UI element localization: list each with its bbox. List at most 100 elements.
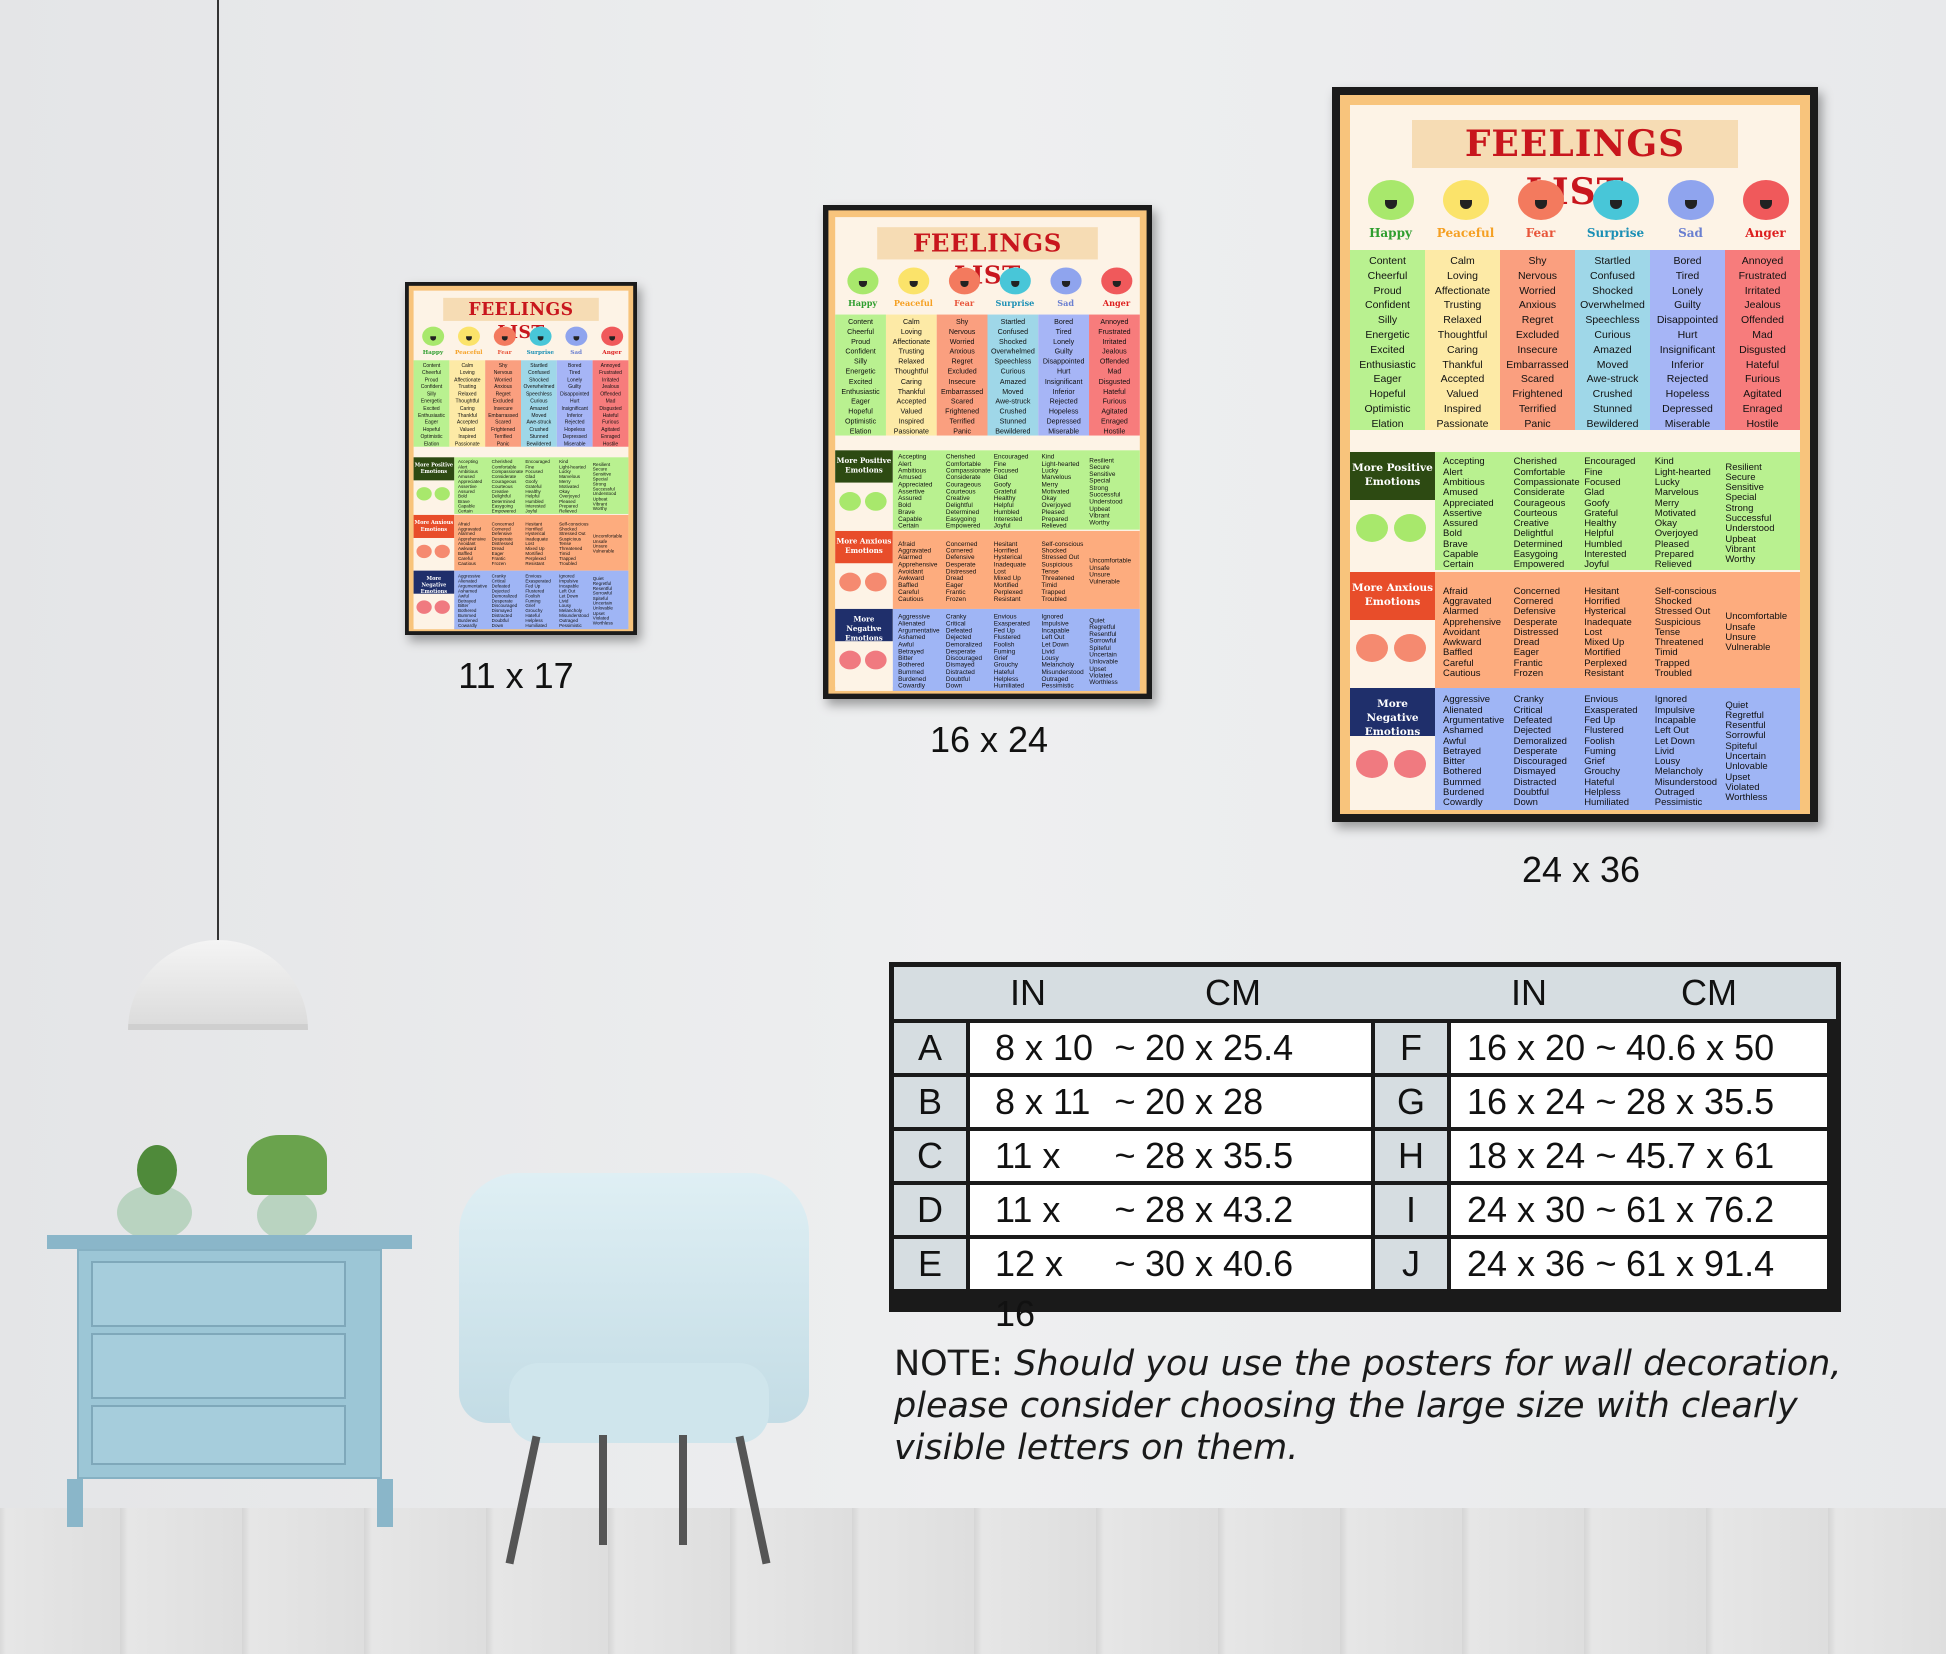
feeling-word: Awe-struck (995, 397, 1031, 406)
word-column: Encouraged Fine Focused Glad Goofy Grateful He… (1584, 457, 1655, 571)
wood-floor (0, 1508, 1946, 1654)
feeling-word: Relaxed (458, 391, 477, 397)
feeling-word: Overwhelmed (523, 384, 555, 390)
emoji-peaceful: Peaceful (1428, 180, 1503, 240)
size-values: 8 x 10 ~20 x 25.4 (970, 1023, 1371, 1073)
feeling-word: Moved (531, 412, 547, 419)
feeling-word: Inspired (898, 417, 924, 426)
feeling-word: Anxious (494, 384, 513, 390)
happy-face-icon (421, 326, 444, 346)
feeling-word: Cheerful (847, 327, 875, 336)
feeling-word: Cautious (457, 561, 476, 567)
feeling-word: Humiliated (525, 623, 547, 629)
section-label-block: More Positive Emotions (835, 450, 893, 530)
feeling-word: Crushed (529, 426, 549, 433)
feeling-word: Worthy (1089, 519, 1110, 527)
feeling-word: Passionate (893, 427, 929, 436)
feeling-word: Thoughtful (455, 398, 480, 404)
feeling-word: Pessimistic (1654, 797, 1703, 809)
feelings-column-happy: Content Cheerful Proud Confident Silly Energe… (835, 314, 886, 436)
character-icon (839, 491, 861, 511)
feeling-word: Down (945, 682, 963, 690)
feeling-word: Passionate (454, 440, 480, 447)
table-row: A8 x 10 ~20 x 25.4 F 16 x 20 ~40.6 x 50 (894, 1019, 1836, 1073)
feeling-word: Enraged (1100, 417, 1128, 426)
feeling-word: Insignificant (1659, 343, 1716, 356)
word-column: Concerned Cornered Defensive Desperate Distr… (492, 518, 526, 571)
feeling-word: Panic (496, 440, 510, 447)
happy-face-icon (1367, 180, 1414, 220)
tilde: ~ (1595, 1135, 1617, 1176)
word-column: Uncomfortable Unsafe Unsure Vulnerable (1089, 535, 1137, 609)
size-inches: 8 x 11 (995, 1081, 1091, 1122)
feeling-word: Joyful (993, 522, 1011, 530)
feeling-word: Hopeful (422, 426, 441, 433)
feeling-word: Rejected (1666, 373, 1709, 386)
feeling-word: Bewildered (526, 440, 552, 447)
size-letter: J (1375, 1239, 1447, 1289)
anger-face-icon (600, 326, 623, 346)
feeling-word: Pessimistic (1041, 682, 1074, 690)
word-column: Self-conscious Shocked Stressed Out Suspici… (1042, 535, 1090, 609)
poster-title: FEELINGS LIST (877, 227, 1098, 290)
tilde: ~ (1114, 1027, 1136, 1068)
size-values: 12 x 16 ~30 x 40.6 (970, 1239, 1371, 1334)
feeling-word: Hopeless (1665, 388, 1710, 401)
feeling-word: Tired (569, 369, 581, 376)
tilde: ~ (1114, 1081, 1136, 1122)
section-2: More Negative Emotions Aggressive Alienate… (1350, 688, 1800, 810)
feeling-word: Valued (900, 407, 923, 416)
feeling-word: Thoughtful (1437, 328, 1488, 341)
feeling-word: Silly (854, 357, 868, 366)
feeling-word: Hopeless (564, 426, 586, 433)
size-values: 18 x 24 ~45.7 x 61 (1451, 1131, 1827, 1181)
section-words: Afraid Aggravated Alarmed Apprehensive Avoid… (1435, 572, 1800, 688)
leafy-plant (247, 1135, 327, 1195)
feeling-word: Panic (1524, 417, 1551, 430)
character-icon (1356, 514, 1388, 542)
feeling-word: Content (848, 317, 874, 326)
poster-frame-large: FEELINGS LIST Happy Peaceful Fear Surprise S… (1332, 87, 1818, 822)
emoji-happy: Happy (415, 326, 451, 355)
feeling-word: Curious (1000, 367, 1026, 376)
size-inches: 12 x 16 (995, 1243, 1064, 1334)
word-column: Resilient Secure Sensitive Special Strong Suc… (1725, 458, 1796, 570)
word-column: Accepting Alert Ambitious Amused Appreciated… (1443, 457, 1514, 571)
note-text: NOTE: Should you use the posters for wal… (894, 1344, 1842, 1468)
feeling-word: Enraged (601, 433, 620, 440)
word-column: Quiet Regretful Resentful Sorrowful Spiteful… (1725, 694, 1796, 810)
feeling-word: Worried (494, 376, 512, 383)
feeling-word: Hysterical (1584, 606, 1626, 618)
word-column: Cherished Comfortable Compassionate Conside… (1514, 457, 1585, 571)
feeling-word: Vulnerable (1089, 578, 1120, 586)
feeling-word: Energetic (420, 398, 443, 404)
size-label-large: 24 x 36 (1521, 849, 1641, 890)
size-label-small: 11 x 17 (458, 655, 574, 696)
feeling-word: Guilty (1054, 347, 1073, 356)
feeling-word: Furious (1744, 373, 1780, 386)
feeling-word: Overwhelmed (1580, 299, 1645, 312)
feeling-word: Crushed (999, 407, 1027, 416)
word-column: Afraid Aggravated Alarmed Apprehensive Avoid… (898, 535, 946, 609)
section-title: More Anxious Emotions (1350, 572, 1435, 620)
feeling-word: Relaxed (898, 357, 925, 366)
feeling-word: Trusting (1443, 299, 1482, 312)
feeling-word: Certain (898, 522, 919, 530)
feeling-word: Embarrassed (940, 387, 984, 396)
size-cm: 61 x 76.2 (1626, 1189, 1775, 1230)
word-column: Hesitant Horrified Hysterical Inadequate Los… (994, 535, 1042, 609)
feeling-word: Certain (457, 508, 473, 515)
word-column: Cranky Critical Defeated Dejected Demoralize… (1514, 694, 1585, 810)
column-label: Fear (1525, 226, 1556, 240)
feelings-column-sad: Bored Tired Lonely Guilty Disappointed Hurt In… (556, 360, 593, 447)
feeling-word: Hopeful (1369, 388, 1406, 401)
column-label: Sad (570, 348, 583, 356)
feeling-word: Agitated (1743, 388, 1782, 401)
feeling-word: Energetic (845, 367, 876, 376)
feeling-word: Passionate (1436, 417, 1489, 430)
feeling-word: Accepted (896, 397, 927, 406)
size-inches: 16 x 24 (1467, 1081, 1586, 1122)
feeling-word: Optimistic (844, 417, 877, 426)
column-label: Surprise (526, 348, 555, 356)
size-letter: G (1375, 1077, 1447, 1127)
